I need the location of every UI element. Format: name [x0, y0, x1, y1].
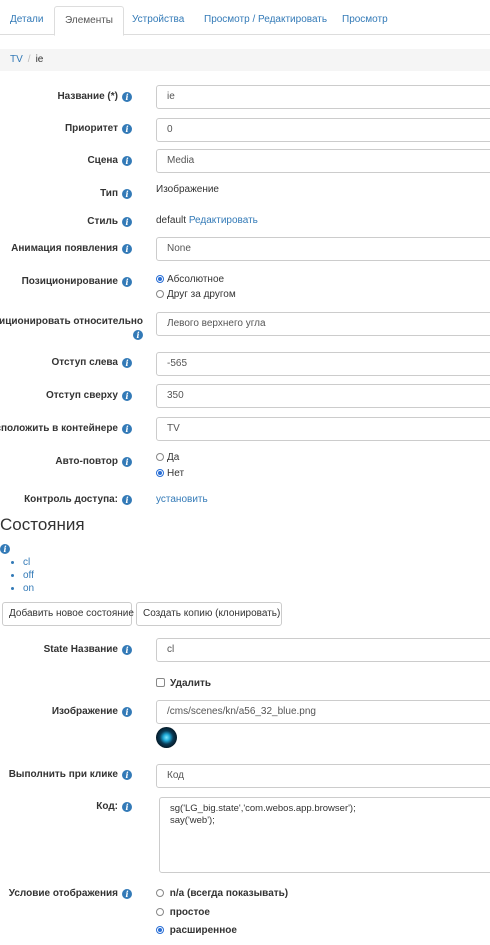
style-value-row: default Редактировать [156, 215, 258, 226]
info-icon[interactable]: i [122, 156, 132, 166]
state-item-cl[interactable]: cl [23, 556, 34, 569]
offset-left-input[interactable]: -565 [156, 352, 490, 376]
info-icon[interactable]: i [122, 124, 132, 134]
code-textarea[interactable]: sg('LG_big.state','com.webos.app.browser… [159, 797, 490, 873]
radio-selected-icon[interactable] [156, 275, 164, 283]
tab-devices[interactable]: Устройства [122, 6, 194, 35]
state-name-label: State Название i [44, 644, 132, 655]
condition-na-radio[interactable]: n/a (всегда показывать) [156, 888, 288, 899]
info-icon[interactable]: i [122, 457, 132, 467]
tab-details[interactable]: Детали [0, 6, 53, 35]
autorepeat-label: Авто-повтор i [55, 456, 132, 467]
offset-top-label: Отступ сверху i [46, 390, 132, 401]
tab-view-edit[interactable]: Просмотр / Редактировать [194, 6, 337, 35]
info-icon[interactable]: i [122, 645, 132, 655]
info-icon[interactable]: i [122, 277, 132, 287]
code-line: say('web'); [170, 815, 215, 826]
onclick-label: Выполнить при клике i [9, 769, 132, 780]
state-list: cl off on [11, 556, 34, 595]
code-line: sg('LG_big.state','com.webos.app.browser… [170, 803, 356, 814]
name-input[interactable]: ie [156, 85, 490, 109]
code-label: Код: i [96, 801, 132, 812]
animation-select[interactable]: None [156, 237, 490, 261]
breadcrumb-root-link[interactable]: TV [10, 54, 23, 65]
image-path-input[interactable]: /cms/scenes/kn/a56_32_blue.png [156, 700, 490, 724]
positioning-absolute-radio[interactable]: Абсолютное [156, 274, 224, 285]
offset-top-input[interactable]: 350 [156, 384, 490, 408]
radio-unselected-icon[interactable] [156, 889, 164, 897]
container-label: Расположить в контейнереi [0, 423, 132, 434]
name-label: Название (*) i [57, 91, 132, 102]
condition-advanced-radio[interactable]: расширенное [156, 925, 237, 936]
type-value: Изображение [156, 184, 219, 195]
info-icon[interactable]: i [122, 707, 132, 717]
animation-label: Анимация появления i [11, 243, 132, 254]
access-label: Контроль доступа: i [24, 494, 132, 505]
info-icon[interactable]: i [122, 802, 132, 812]
image-label: Изображение i [52, 706, 132, 717]
autorepeat-no-radio[interactable]: Нет [156, 468, 184, 479]
tab-elements[interactable]: Элементы [54, 6, 124, 36]
tab-view[interactable]: Просмотр [332, 6, 398, 35]
breadcrumb-current: ie [35, 54, 44, 65]
container-select[interactable]: TV [156, 417, 490, 441]
info-icon[interactable]: i [122, 92, 132, 102]
add-state-button[interactable]: Добавить новое состояние [2, 602, 134, 626]
style-edit-link[interactable]: Редактировать [189, 215, 258, 226]
info-icon[interactable]: i [122, 391, 132, 401]
type-label: Тип i [100, 188, 132, 199]
radio-unselected-icon[interactable] [156, 908, 164, 916]
offset-left-label: Отступ слева i [51, 357, 132, 368]
delete-checkbox[interactable]: Удалить [156, 678, 211, 689]
clone-state-button[interactable]: Создать копию (клонировать) [136, 602, 282, 626]
autorepeat-yes-radio[interactable]: Да [156, 452, 179, 463]
condition-simple-radio[interactable]: простое [156, 907, 210, 918]
style-label: Стиль i [87, 216, 132, 227]
breadcrumb-separator: / [27, 54, 31, 65]
info-icon[interactable]: i [122, 770, 132, 780]
radio-selected-icon[interactable] [156, 926, 164, 934]
info-icon[interactable]: i [122, 244, 132, 254]
scene-select[interactable]: Media [156, 149, 490, 173]
info-icon[interactable]: i [122, 189, 132, 199]
info-icon[interactable]: i [122, 495, 132, 505]
positioning-sequential-radio[interactable]: Друг за другом [156, 289, 236, 300]
access-set-link[interactable]: установить [156, 494, 208, 505]
condition-label: Условие отображения i [9, 888, 132, 899]
state-name-input[interactable]: cl [156, 638, 490, 662]
state-item-off[interactable]: off [23, 569, 34, 582]
radio-selected-icon[interactable] [156, 469, 164, 477]
priority-label: Приоритет i [65, 123, 132, 134]
image-preview [156, 727, 177, 748]
info-icon[interactable]: i [133, 330, 143, 340]
tab-bar: Детали Элементы Устройства Просмотр / Ре… [0, 0, 490, 36]
info-icon[interactable]: i [122, 424, 132, 434]
radio-unselected-icon[interactable] [156, 453, 164, 461]
priority-input[interactable]: 0 [156, 118, 490, 142]
info-icon[interactable]: i [0, 544, 10, 554]
info-icon[interactable]: i [122, 358, 132, 368]
checkbox-icon[interactable] [156, 678, 165, 687]
positioning-label: Позиционирование i [22, 276, 132, 287]
info-icon[interactable]: i [122, 217, 132, 227]
onclick-select[interactable]: Код [156, 764, 490, 788]
state-item-on[interactable]: on [23, 582, 34, 595]
states-title: Состояния [0, 515, 85, 534]
radio-unselected-icon[interactable] [156, 290, 164, 298]
breadcrumb: TV / ie [0, 49, 490, 71]
scene-label: Сцена i [87, 155, 132, 166]
style-value: default [156, 215, 187, 226]
info-icon[interactable]: i [122, 889, 132, 899]
relative-select[interactable]: Левого верхнего угла [156, 312, 490, 336]
